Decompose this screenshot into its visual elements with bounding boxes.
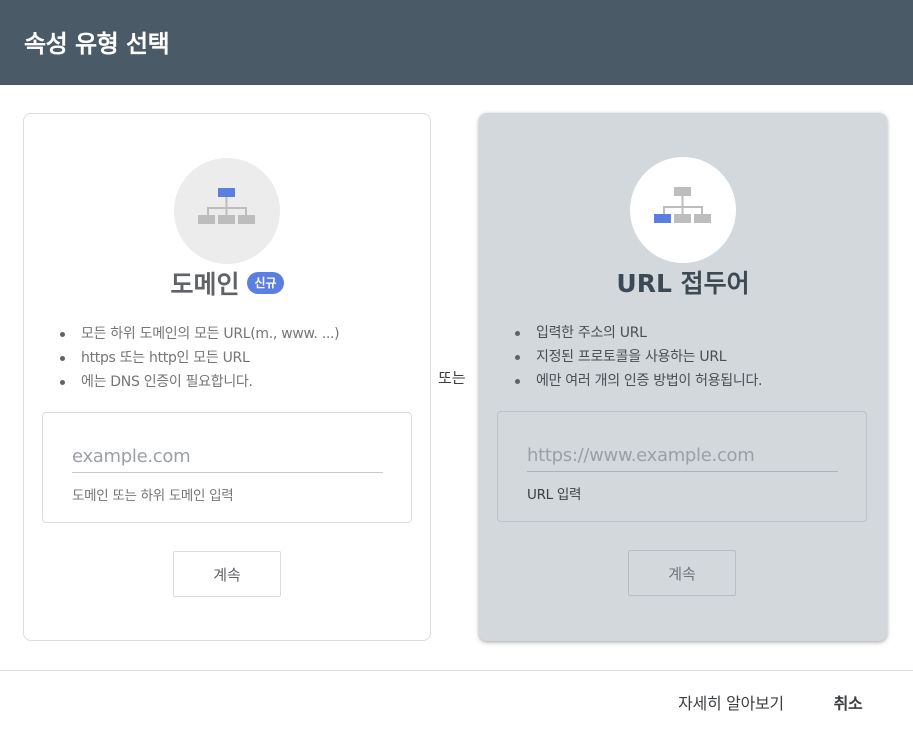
- dialog-header: 속성 유형 선택: [0, 0, 913, 85]
- url-prefix-property-card[interactable]: URL 접두어 입력한 주소의 URL 지정된 프로토콜을 사용하는 URL 에…: [479, 113, 887, 641]
- footer-divider: [0, 670, 913, 671]
- url-feature-list: 입력한 주소의 URL 지정된 프로토콜을 사용하는 URL 에만 여러 개의 …: [514, 321, 762, 393]
- new-badge: 신규: [247, 272, 284, 294]
- sitemap-icon: [654, 187, 711, 223]
- domain-property-card[interactable]: 도메인 신규 모든 하위 도메인의 모든 URL(m., www. ...) ht…: [23, 113, 431, 641]
- url-input[interactable]: [527, 440, 838, 472]
- dialog-title: 속성 유형 선택: [24, 30, 170, 58]
- sitemap-icon: [198, 188, 255, 224]
- url-icon-circle: [630, 157, 736, 263]
- feature-item: 에는 DNS 인증이 필요합니다.: [59, 370, 339, 394]
- learn-more-button[interactable]: 자세히 알아보기: [664, 688, 798, 716]
- url-input-box: URL 입력: [497, 411, 867, 522]
- url-card-title: URL 접두어: [616, 269, 750, 298]
- feature-item: https 또는 http인 모든 URL: [59, 346, 339, 370]
- cancel-button[interactable]: 취소: [826, 688, 870, 716]
- or-separator: 또는: [438, 369, 466, 387]
- domain-feature-list: 모든 하위 도메인의 모든 URL(m., www. ...) https 또는…: [59, 322, 340, 394]
- domain-title-text: 도메인: [170, 270, 240, 299]
- domain-input-hint: 도메인 또는 하위 도메인 입력: [72, 488, 234, 504]
- domain-icon-circle: [174, 158, 280, 264]
- domain-card-title: 도메인 신규: [24, 268, 430, 302]
- feature-item: 에만 여러 개의 인증 방법이 허용됩니다.: [514, 369, 762, 393]
- domain-input-box: 도메인 또는 하위 도메인 입력: [42, 412, 412, 523]
- domain-input[interactable]: [72, 441, 383, 473]
- domain-continue-button[interactable]: 계속: [173, 551, 281, 597]
- feature-item: 지정된 프로토콜을 사용하는 URL: [514, 345, 762, 369]
- url-continue-button[interactable]: 계속: [628, 550, 736, 596]
- feature-item: 모든 하위 도메인의 모든 URL(m., www. ...): [59, 322, 340, 346]
- feature-item: 입력한 주소의 URL: [514, 321, 762, 345]
- url-input-hint: URL 입력: [527, 487, 582, 503]
